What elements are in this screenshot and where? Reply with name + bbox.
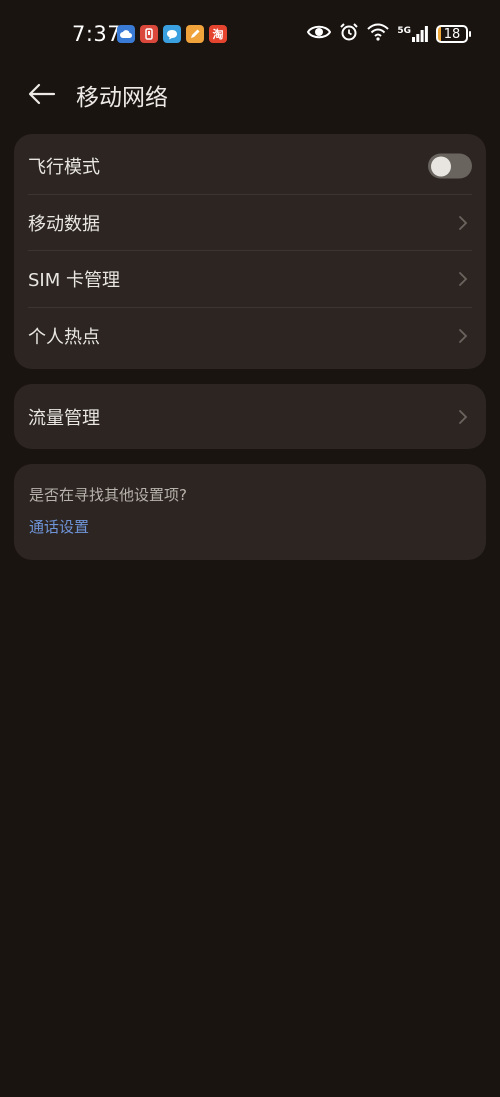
airplane-mode-label: 飞行模式 — [28, 157, 100, 179]
cellular-signal-icon: 5G — [397, 26, 428, 42]
battery-icon: 18 — [436, 25, 471, 43]
airplane-mode-row[interactable]: 飞行模式 — [14, 138, 486, 195]
system-status-icons: 5G 18 — [307, 22, 471, 46]
page-title: 移动网络 — [76, 85, 168, 111]
alarm-icon — [339, 22, 359, 46]
message-app-icon — [163, 25, 181, 43]
eye-comfort-icon — [307, 24, 332, 44]
sim-management-row[interactable]: SIM 卡管理 — [14, 251, 486, 308]
wifi-icon — [367, 23, 390, 45]
toggle-knob — [431, 156, 451, 177]
chevron-right-icon — [459, 328, 468, 343]
chevron-right-icon — [459, 272, 468, 287]
taobao-app-icon: 淘 — [209, 25, 227, 43]
chevron-right-icon — [459, 409, 468, 424]
page-header: 移动网络 — [0, 68, 500, 118]
status-bar: 7:37 淘 5G 18 — [0, 0, 500, 68]
hotspot-label: 个人热点 — [28, 326, 100, 348]
suggestion-text: 是否在寻找其他设置项? — [29, 486, 187, 504]
weather-app-icon — [117, 25, 135, 43]
airplane-mode-toggle[interactable] — [428, 153, 472, 179]
data-management-label: 流量管理 — [28, 407, 100, 429]
battery-level: 18 — [443, 26, 461, 42]
data-management-card: 流量管理 — [14, 384, 486, 449]
mobile-data-label: 移动数据 — [28, 213, 100, 235]
back-arrow-icon — [28, 83, 56, 105]
sim-management-label: SIM 卡管理 — [28, 270, 120, 292]
back-button[interactable] — [26, 78, 58, 110]
suggestion-card: 是否在寻找其他设置项? 通话设置 — [14, 464, 486, 560]
mobile-data-row[interactable]: 移动数据 — [14, 195, 486, 251]
hotspot-row[interactable]: 个人热点 — [14, 308, 486, 365]
chevron-right-icon — [459, 215, 468, 230]
note-app-icon — [186, 25, 204, 43]
call-settings-link[interactable]: 通话设置 — [29, 516, 89, 537]
data-management-row[interactable]: 流量管理 — [14, 384, 486, 449]
status-time: 7:37 — [72, 22, 122, 46]
notification-icons: 淘 — [117, 25, 227, 43]
red-app-icon — [140, 25, 158, 43]
network-settings-card: 飞行模式 移动数据 SIM 卡管理 个人热点 — [14, 134, 486, 369]
